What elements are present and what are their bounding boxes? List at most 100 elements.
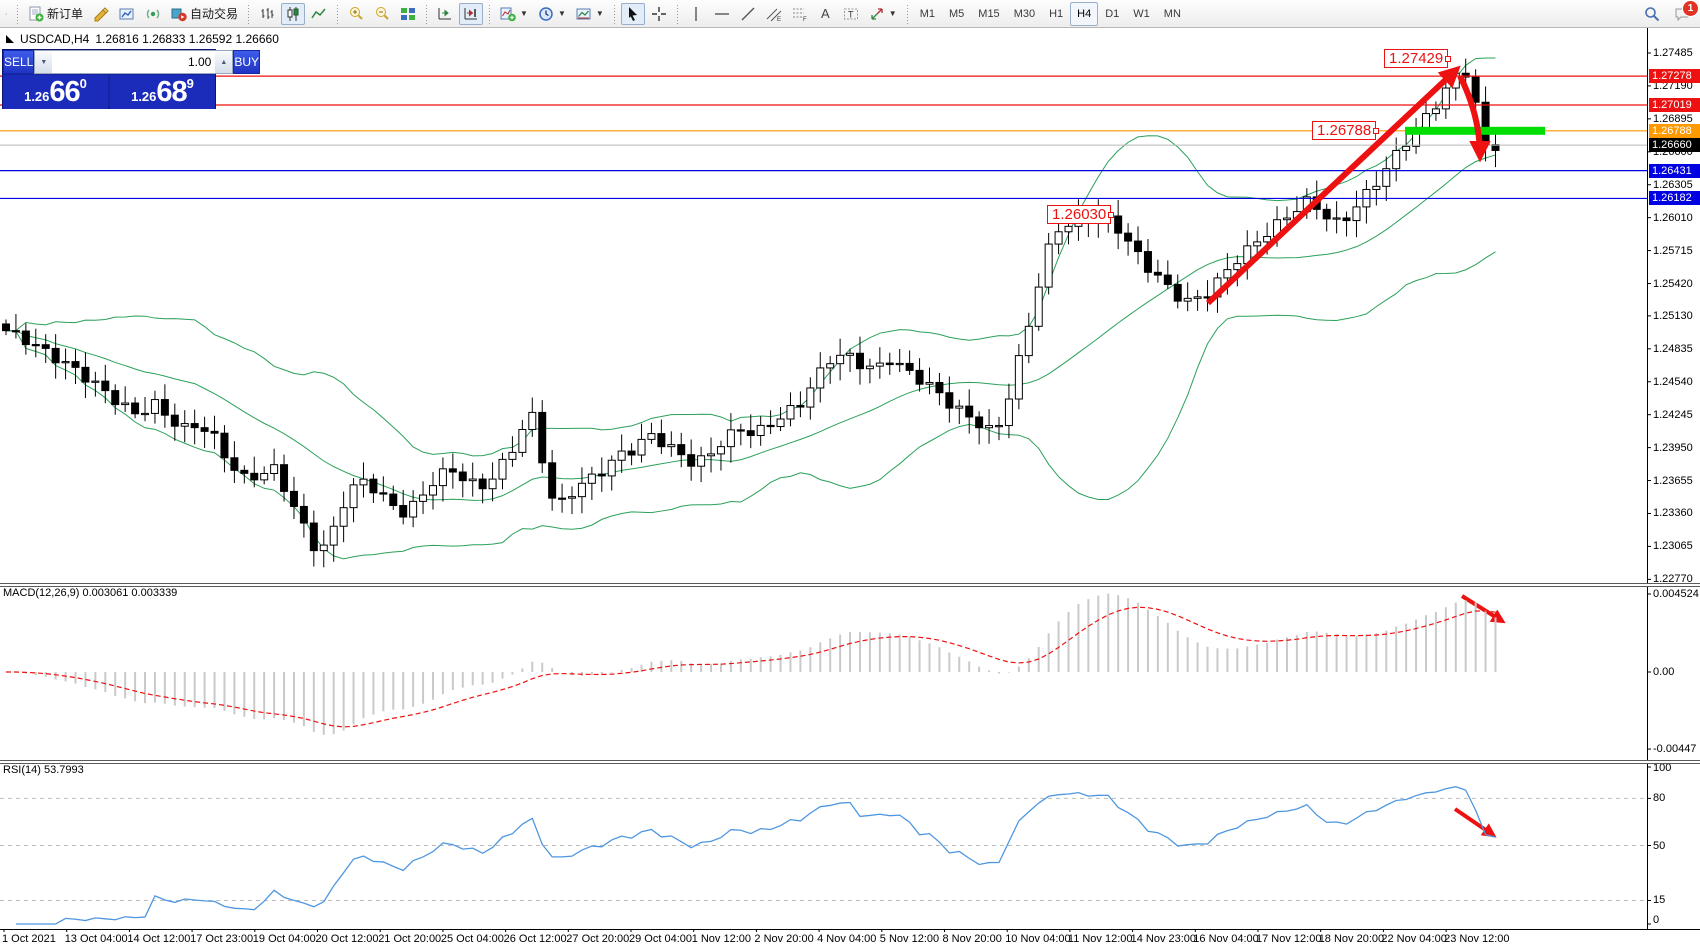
macd-values: 0.003061 0.003339	[82, 587, 177, 599]
chart-window-icon	[119, 6, 135, 22]
metaeditor-button[interactable]	[89, 3, 113, 25]
chart-shift-button[interactable]	[459, 3, 483, 25]
rsi-value: 53.7993	[44, 764, 84, 776]
line-chart-button[interactable]	[307, 3, 331, 25]
sell-button[interactable]: SELL	[3, 50, 34, 74]
dropdown-caret: ▼	[889, 9, 897, 18]
timeframe-D1[interactable]: D1	[1098, 2, 1126, 26]
vertical-line-tool[interactable]	[684, 3, 708, 25]
timeframe-W1[interactable]: W1	[1126, 2, 1157, 26]
buy-button[interactable]: BUY	[233, 50, 260, 74]
chart-shift-icon	[463, 6, 479, 22]
macd-name: MACD(12,26,9)	[3, 587, 79, 599]
sell-price-big: 66	[49, 78, 79, 107]
template-icon	[576, 6, 592, 22]
channel-tool[interactable]: E	[762, 3, 786, 25]
toolbar-grip	[334, 4, 341, 24]
cursor-icon	[625, 6, 641, 22]
symbol-period-label: USDCAD,H4	[20, 32, 89, 46]
zoom-out-button[interactable]	[370, 3, 394, 25]
fibonacci-tool[interactable]: F	[788, 3, 812, 25]
trendline-icon	[740, 6, 756, 22]
timeframe-MN[interactable]: MN	[1157, 2, 1188, 26]
chart-canvas[interactable]	[0, 0, 1700, 949]
text-label-icon: T	[843, 6, 859, 22]
notification-badge: 1	[1682, 0, 1699, 17]
indicators-icon	[500, 6, 516, 22]
arrows-tool[interactable]: ▼	[865, 3, 901, 25]
one-click-trading-panel: SELL ▼ ▲ BUY 1.26660 1.26689	[2, 49, 216, 109]
sell-price[interactable]: 1.26660	[3, 75, 108, 109]
toolbar-grip	[14, 4, 21, 24]
zoom-out-icon	[374, 6, 390, 22]
rsi-name: RSI(14)	[3, 764, 41, 776]
autoscroll-button[interactable]	[433, 3, 457, 25]
window-icon	[6, 35, 14, 43]
main-toolbar: 新订单 自动交易	[0, 0, 1700, 28]
zoom-in-button[interactable]	[344, 3, 368, 25]
crayon-icon	[93, 6, 109, 22]
crosshair-icon	[651, 6, 667, 22]
search-icon[interactable]	[1644, 6, 1660, 22]
buy-price-big: 68	[156, 78, 186, 107]
horizontal-line-icon	[714, 6, 730, 22]
timeframe-H4[interactable]: H4	[1070, 2, 1098, 26]
fibonacci-icon: F	[792, 6, 808, 22]
horizontal-line-tool[interactable]	[710, 3, 734, 25]
panel-splitter-macd[interactable]	[0, 583, 1700, 587]
vertical-line-icon	[688, 6, 704, 22]
volume-up-button[interactable]: ▲	[215, 51, 232, 73]
buy-price-sup: 9	[187, 77, 194, 90]
sell-price-small: 1.26	[24, 87, 49, 107]
candlestick-icon	[285, 6, 301, 22]
trendline-tool[interactable]	[736, 3, 760, 25]
dropdown-caret: ▼	[520, 9, 528, 18]
clipped-icon[interactable]	[1, 3, 11, 25]
buy-price[interactable]: 1.26689	[110, 75, 215, 109]
toolbar-grip	[423, 4, 430, 24]
text-label-tool[interactable]: T	[839, 3, 863, 25]
autotrading-button[interactable]: 自动交易	[167, 3, 242, 25]
timeframe-M15[interactable]: M15	[971, 2, 1006, 26]
buy-price-small: 1.26	[131, 87, 156, 107]
cursor-tool-button[interactable]	[621, 3, 645, 25]
bar-chart-icon	[259, 6, 275, 22]
bar-chart-button[interactable]	[255, 3, 279, 25]
signal-icon	[145, 6, 161, 22]
volume-down-button[interactable]: ▼	[35, 51, 52, 73]
new-order-button[interactable]: 新订单	[24, 3, 87, 25]
rsi-label: RSI(14) 53.7993	[3, 764, 84, 776]
indicators-button[interactable]: ▼	[496, 3, 532, 25]
candlestick-chart-button[interactable]	[281, 3, 305, 25]
timeframe-group: M1M5M15M30H1H4D1W1MN	[913, 2, 1188, 26]
line-chart-icon	[311, 6, 327, 22]
tile-windows-icon	[400, 6, 416, 22]
timeframe-H1[interactable]: H1	[1042, 2, 1070, 26]
market-watch-button[interactable]	[115, 3, 139, 25]
autotrading-label: 自动交易	[190, 5, 238, 22]
timeframe-M1[interactable]: M1	[913, 2, 942, 26]
signals-button[interactable]	[141, 3, 165, 25]
timeframe-M30[interactable]: M30	[1007, 2, 1042, 26]
toolbar-grip	[245, 4, 252, 24]
panel-splitter-rsi[interactable]	[0, 760, 1700, 764]
equidistant-channel-icon: E	[766, 6, 782, 22]
chat-button[interactable]: 1	[1674, 6, 1690, 22]
tile-windows-button[interactable]	[396, 3, 420, 25]
toolbar-grip	[611, 4, 618, 24]
new-order-label: 新订单	[47, 5, 83, 22]
templates-button[interactable]: ▼	[572, 3, 608, 25]
periods-button[interactable]: ▼	[534, 3, 570, 25]
sell-price-sup: 0	[80, 77, 87, 90]
svg-text:T: T	[848, 9, 854, 19]
text-tool[interactable]: A	[814, 3, 837, 25]
ohlc-values: 1.26816 1.26833 1.26592 1.26660	[95, 32, 279, 46]
timeframe-M5[interactable]: M5	[942, 2, 971, 26]
mt4-window: 1.272781.270191.267881.264311.261821.266…	[0, 0, 1700, 949]
dropdown-caret: ▼	[558, 9, 566, 18]
toolbar-grip	[486, 4, 493, 24]
volume-stepper: ▼ ▲	[34, 50, 233, 74]
dropdown-caret: ▼	[596, 9, 604, 18]
crosshair-tool-button[interactable]	[647, 3, 671, 25]
volume-input[interactable]	[52, 51, 215, 73]
